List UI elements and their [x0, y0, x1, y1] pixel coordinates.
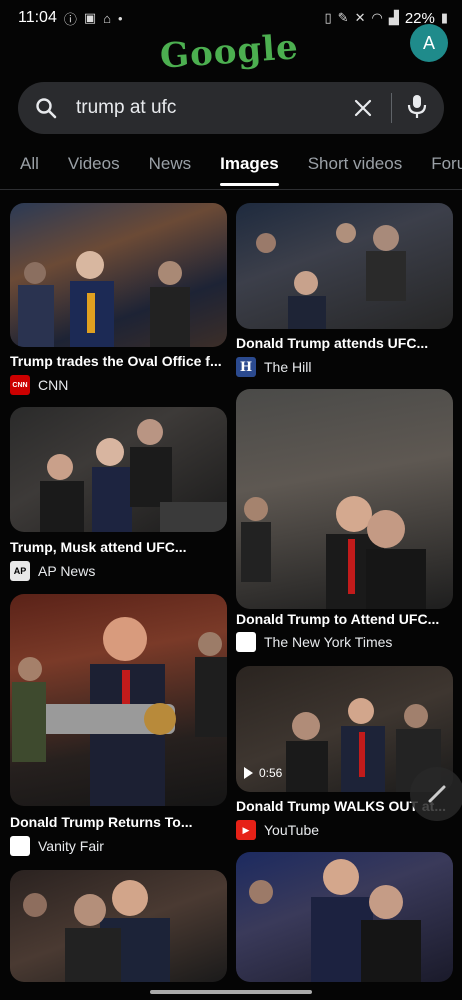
- pencil-icon: [428, 785, 446, 803]
- search-input[interactable]: trump at ufc: [76, 97, 345, 119]
- crowd-image: [23, 880, 170, 982]
- microphone-icon: [407, 94, 427, 118]
- crowd-image: [256, 223, 406, 329]
- result-source[interactable]: AP AP News: [10, 561, 95, 581]
- search-icon: [36, 98, 57, 119]
- result-thumbnail[interactable]: [10, 594, 227, 806]
- gesture-home-bar[interactable]: [150, 990, 312, 994]
- result-thumbnail[interactable]: [10, 870, 227, 982]
- play-icon: [244, 767, 253, 779]
- dot-icon: •: [118, 10, 123, 26]
- wifi-icon: ◠: [371, 10, 383, 25]
- source-name: Vanity Fair: [38, 838, 104, 854]
- result-thumbnail[interactable]: [236, 203, 453, 329]
- result-thumbnail[interactable]: [236, 852, 453, 982]
- tab-videos[interactable]: Videos: [68, 148, 120, 189]
- status-time: 11:04: [18, 9, 57, 26]
- tab-images[interactable]: Images: [220, 148, 279, 189]
- edit-fab-button[interactable]: [410, 767, 462, 821]
- result-thumbnail[interactable]: [10, 203, 227, 347]
- account-avatar[interactable]: A: [410, 24, 448, 62]
- notification-icon: ⓘ: [63, 11, 77, 27]
- source-name: YouTube: [264, 822, 320, 838]
- result-thumbnail[interactable]: [236, 389, 453, 609]
- search-divider: [391, 93, 392, 123]
- video-duration-badge: 0:56: [244, 766, 282, 780]
- gallery-icon: ▣: [83, 10, 97, 25]
- alarm-icon: ▯: [324, 10, 332, 25]
- nyt-favicon-icon: [236, 632, 256, 652]
- crowd-image: [18, 251, 190, 347]
- result-source[interactable]: The New York Times: [236, 632, 392, 652]
- result-title[interactable]: Trump trades the Oval Office f...: [10, 353, 227, 369]
- tab-forums[interactable]: Foru: [431, 148, 462, 189]
- cnn-favicon-icon: CNN: [10, 375, 30, 395]
- close-icon: [354, 99, 372, 117]
- crowd-image: [241, 496, 426, 609]
- voice-search-button[interactable]: [406, 93, 428, 124]
- youtube-favicon-icon: ▶: [236, 820, 256, 840]
- source-name: CNN: [38, 377, 69, 393]
- crowd-image: [40, 419, 227, 532]
- crowd-image: [249, 859, 421, 982]
- result-title[interactable]: Donald Trump to Attend UFC...: [236, 611, 453, 627]
- source-name: The Hill: [264, 359, 312, 375]
- the-hill-favicon-icon: H: [236, 357, 256, 377]
- tab-all[interactable]: All: [20, 148, 39, 189]
- tab-news[interactable]: News: [149, 148, 192, 189]
- search-bar[interactable]: trump at ufc: [18, 82, 444, 134]
- signal-icon: ▟: [388, 10, 399, 25]
- result-title[interactable]: Trump, Musk attend UFC...: [10, 539, 227, 555]
- result-source[interactable]: CNN CNN: [10, 375, 68, 395]
- header: Google A: [0, 24, 462, 77]
- source-name: AP News: [38, 563, 96, 579]
- vanity-fair-favicon-icon: [10, 836, 30, 856]
- result-thumbnail[interactable]: [10, 407, 227, 532]
- clear-search-button[interactable]: [345, 98, 381, 118]
- result-source[interactable]: ▶ YouTube: [236, 820, 319, 840]
- google-doodle-logo[interactable]: Google: [159, 27, 300, 77]
- image-results-grid: Trump trades the Oval Office f... CNN CN…: [0, 200, 462, 990]
- result-source[interactable]: Vanity Fair: [10, 836, 104, 856]
- result-title[interactable]: Donald Trump attends UFC...: [236, 335, 453, 351]
- mute-icon: ✕: [354, 10, 366, 25]
- battery-icon: ▮: [440, 10, 448, 25]
- tab-short-videos[interactable]: Short videos: [308, 148, 403, 189]
- video-duration: 0:56: [259, 766, 283, 780]
- pen-icon: ✎: [337, 10, 349, 25]
- search-tabs: All Videos News Images Short videos Foru: [0, 148, 462, 190]
- source-name: The New York Times: [264, 634, 393, 650]
- home-notification-icon: ⌂: [103, 10, 112, 26]
- result-title[interactable]: Donald Trump Returns To...: [10, 814, 227, 830]
- status-bar: 11:04 ⓘ ▣ ⌂ • ▯ ✎ ✕ ◠ ▟ 22% ▮: [0, 0, 462, 36]
- crowd-image: [12, 617, 227, 806]
- ap-favicon-icon: AP: [10, 561, 30, 581]
- result-source[interactable]: H The Hill: [236, 357, 311, 377]
